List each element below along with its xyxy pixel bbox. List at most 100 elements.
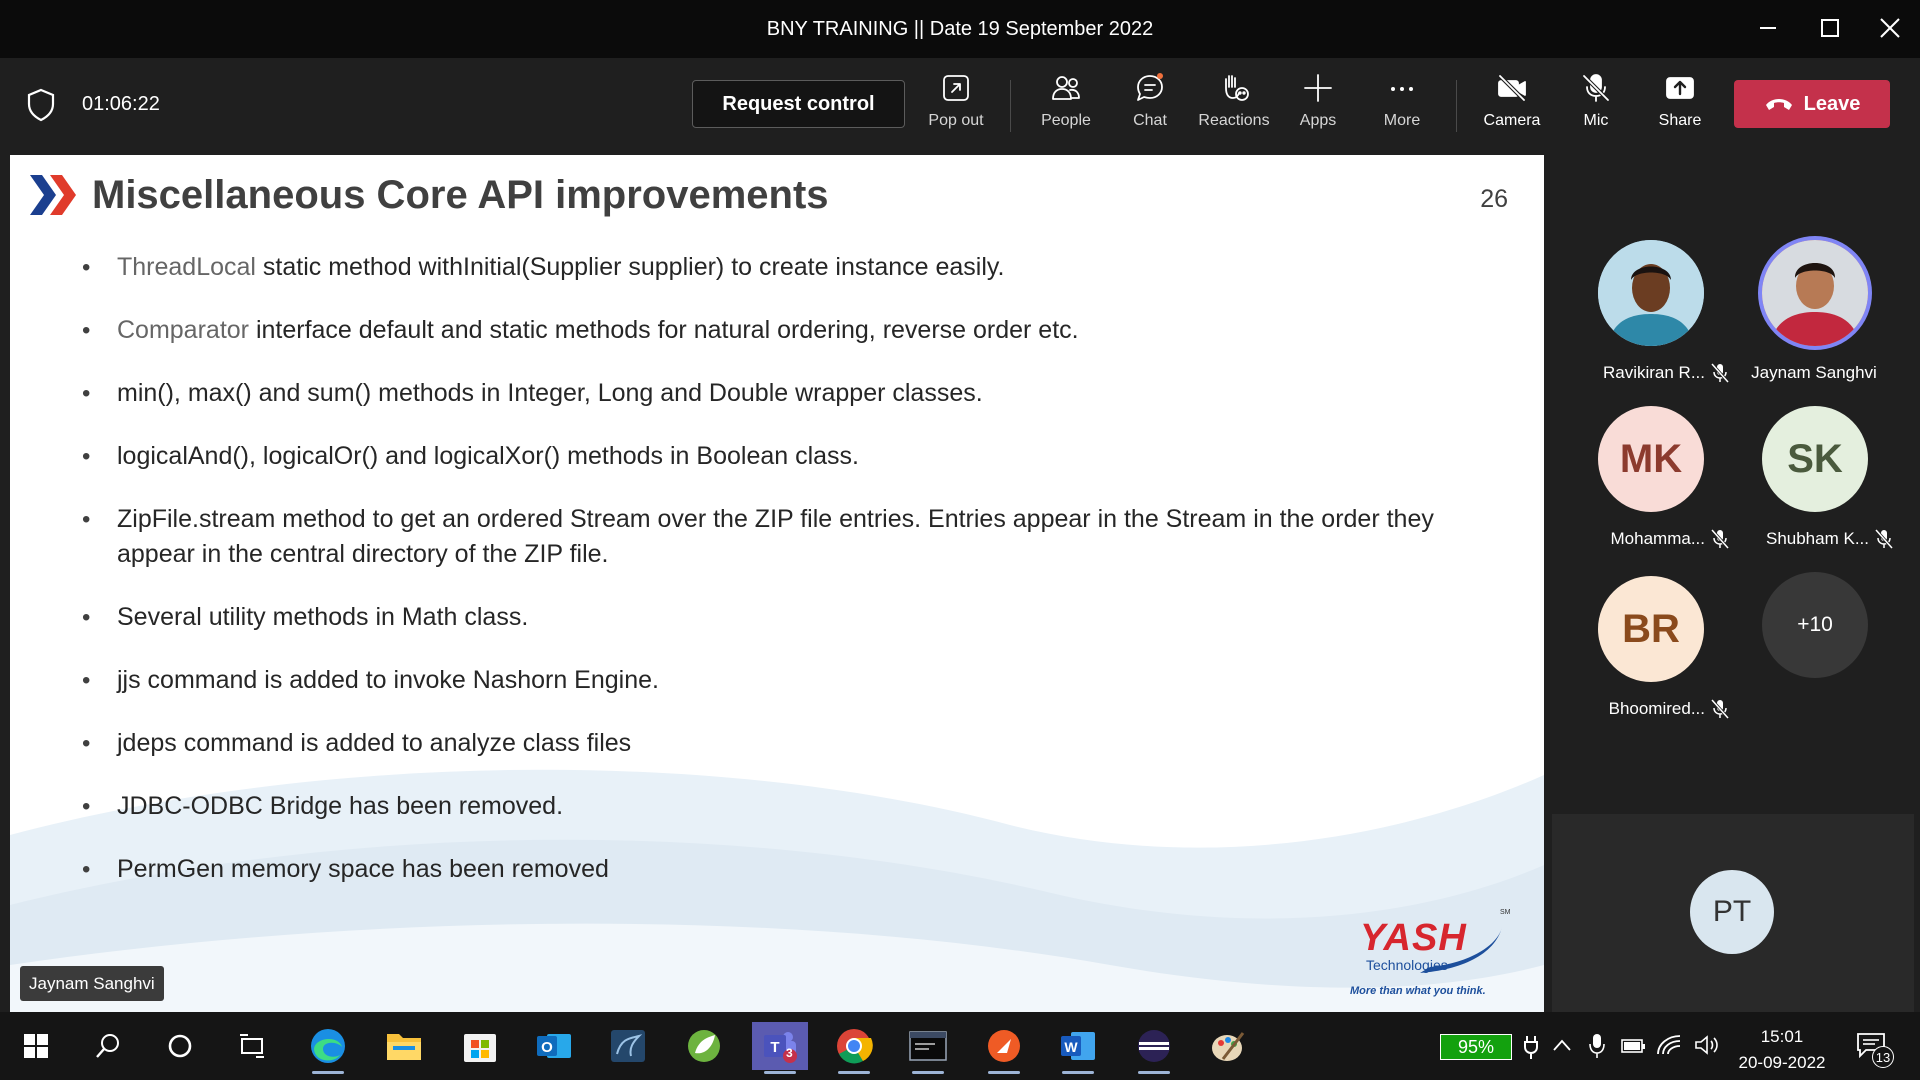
mysql-workbench-taskbar-icon[interactable] — [604, 1022, 652, 1070]
action-center-button[interactable]: 13 — [1852, 1026, 1902, 1070]
chevron-logo-icon — [30, 175, 76, 215]
list-item: ThreadLocal static method withInitial(Su… — [82, 250, 1502, 285]
mic-label: Mic — [1583, 112, 1609, 129]
participant-name: Jaynam Sanghvi — [1751, 363, 1877, 382]
clock-date: 20-09-2022 — [1738, 1053, 1826, 1072]
list-item: logicalAnd(), logicalOr() and logicalXor… — [82, 439, 1502, 474]
apps-button[interactable]: Apps — [1276, 72, 1360, 142]
maximize-button[interactable] — [1800, 10, 1860, 46]
pop-out-button[interactable]: Pop out — [914, 72, 998, 142]
participant-photo — [1762, 240, 1868, 346]
postman-taskbar-icon[interactable] — [980, 1022, 1028, 1074]
store-taskbar-icon[interactable] — [456, 1022, 504, 1070]
people-label: People — [1041, 112, 1091, 129]
mic-off-icon — [1710, 699, 1730, 719]
wifi-icon[interactable] — [1656, 1034, 1682, 1056]
edge-taskbar-icon[interactable] — [304, 1022, 352, 1074]
battery-indicator[interactable]: 95% — [1440, 1034, 1512, 1060]
camera-button[interactable]: Camera — [1470, 72, 1554, 142]
people-button[interactable]: People — [1024, 72, 1108, 142]
list-item: min(), max() and sum() methods in Intege… — [82, 376, 1502, 411]
spring-tool-suite-taskbar-icon[interactable] — [680, 1022, 728, 1070]
mic-button[interactable]: Mic — [1554, 72, 1638, 142]
participant-name: Shubham K... — [1765, 529, 1869, 548]
workbench-icon — [611, 1030, 645, 1062]
word-taskbar-icon[interactable]: W — [1054, 1022, 1102, 1074]
share-icon — [1666, 77, 1694, 99]
hang-up-icon — [1765, 99, 1792, 110]
microphone-tray-icon[interactable] — [1588, 1032, 1606, 1060]
list-item: jjs command is added to invoke Nashorn E… — [82, 663, 1502, 698]
slide-bullet-list: ThreadLocal static method withInitial(Su… — [82, 250, 1502, 915]
volume-icon[interactable] — [1694, 1034, 1720, 1056]
maximize-icon — [1821, 19, 1839, 37]
reactions-button[interactable]: Reactions — [1192, 72, 1276, 142]
pop-out-icon — [943, 75, 969, 101]
share-button[interactable]: Share — [1638, 72, 1722, 142]
spring-icon — [688, 1030, 720, 1062]
more-label: More — [1383, 112, 1421, 129]
avatar — [1762, 240, 1868, 346]
search-button[interactable] — [84, 1022, 132, 1070]
chat-icon — [1137, 73, 1163, 101]
participant-photo — [1598, 240, 1704, 346]
task-view-button[interactable] — [228, 1022, 276, 1070]
shield-icon[interactable] — [26, 88, 56, 122]
teams-icon: T — [764, 1032, 797, 1063]
svg-text:O: O — [541, 1039, 553, 1056]
avatar: PT — [1690, 870, 1774, 954]
running-indicator — [1062, 1071, 1094, 1074]
self-video-tile: PT — [1552, 814, 1914, 1012]
list-item: Comparator interface default and static … — [82, 313, 1502, 348]
notification-count: 13 — [1872, 1046, 1894, 1068]
avatar: BR — [1598, 576, 1704, 682]
more-button[interactable]: More — [1360, 72, 1444, 142]
power-plug-icon[interactable] — [1522, 1034, 1540, 1060]
cortana-button[interactable] — [156, 1022, 204, 1070]
teams-taskbar-icon[interactable]: T 3 — [752, 1022, 808, 1074]
running-indicator — [312, 1071, 344, 1074]
participant-tile[interactable]: Jaynam Sanghvi — [1734, 240, 1894, 390]
file-explorer-taskbar-icon[interactable] — [380, 1022, 428, 1070]
chevron-up-icon[interactable] — [1552, 1038, 1572, 1052]
cortana-icon — [168, 1034, 192, 1058]
terminal-icon — [909, 1031, 947, 1061]
share-label: Share — [1658, 112, 1702, 129]
participant-tile[interactable]: SK Shubham K... — [1734, 406, 1894, 556]
plus-icon — [1304, 74, 1332, 102]
chrome-taskbar-icon[interactable] — [830, 1022, 878, 1074]
mic-off-icon — [1710, 363, 1730, 383]
logo-tagline: More than what you think. — [1350, 985, 1486, 997]
participant-name: Mohamma... — [1610, 529, 1705, 548]
participant-tile[interactable]: BR Bhoomired... — [1570, 576, 1730, 726]
toolbar-divider — [1456, 80, 1457, 132]
eclipse-taskbar-icon[interactable] — [1130, 1022, 1178, 1074]
more-icon — [1391, 87, 1413, 91]
taskbar-clock[interactable]: 15:01 20-09-2022 — [1730, 1024, 1834, 1076]
paint-taskbar-icon[interactable] — [1204, 1022, 1252, 1070]
windows-icon — [24, 1034, 48, 1058]
word-icon: W — [1061, 1032, 1095, 1060]
mic-off-icon — [1710, 529, 1730, 549]
close-button[interactable] — [1860, 10, 1920, 46]
minimize-button[interactable] — [1738, 10, 1798, 46]
participant-tile[interactable]: MK Mohamma... — [1570, 406, 1730, 556]
logo-sm: SM — [1500, 909, 1511, 916]
start-button[interactable] — [12, 1022, 60, 1070]
participant-tile[interactable]: Ravikiran R... — [1570, 240, 1730, 390]
folder-icon — [387, 1034, 421, 1060]
more-participants-button[interactable]: +10 — [1762, 572, 1868, 678]
battery-tray-icon[interactable] — [1620, 1036, 1646, 1056]
clock-time: 15:01 — [1760, 1027, 1804, 1046]
avatar — [1598, 240, 1704, 346]
store-icon — [464, 1034, 496, 1062]
request-control-button[interactable]: Request control — [692, 80, 905, 128]
outlook-taskbar-icon[interactable]: O — [530, 1022, 578, 1070]
chat-button[interactable]: Chat — [1108, 72, 1192, 142]
outlook-icon: O — [537, 1034, 571, 1058]
participant-name: Ravikiran R... — [1602, 363, 1705, 382]
reactions-label: Reactions — [1198, 112, 1270, 129]
mysql-client-taskbar-icon[interactable] — [904, 1022, 952, 1074]
running-indicator — [912, 1071, 944, 1074]
leave-button[interactable]: Leave — [1734, 80, 1890, 128]
